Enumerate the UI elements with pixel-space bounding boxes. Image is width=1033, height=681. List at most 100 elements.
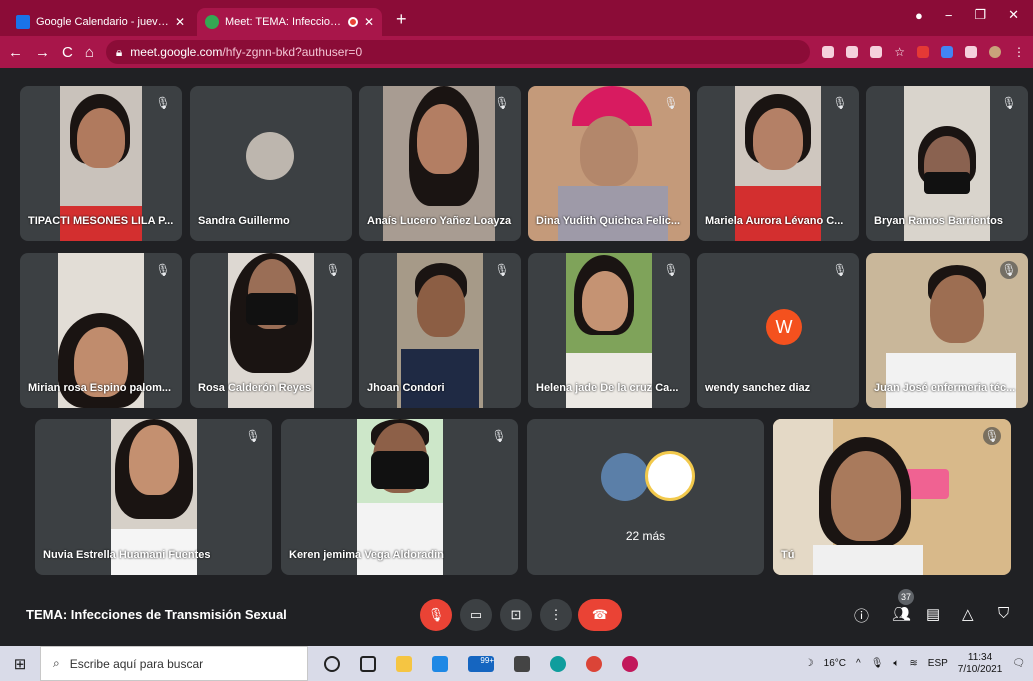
- participant-tile[interactable]: 🎙︎ Rosa Calderón Reyes: [190, 253, 352, 408]
- taskbar-search-input[interactable]: ⌕ Escribe aquí para buscar: [40, 646, 308, 681]
- edge-icon[interactable]: [550, 655, 566, 672]
- self-view-tile[interactable]: 🎙︎ Tú: [773, 419, 1011, 575]
- close-tab-icon[interactable]: ✕: [175, 15, 185, 29]
- cortana-icon[interactable]: [324, 655, 340, 672]
- reload-icon[interactable]: C: [62, 44, 73, 61]
- search-placeholder: Escribe aquí para buscar: [69, 656, 204, 671]
- notifications-icon[interactable]: 🗨︎: [1012, 658, 1025, 669]
- menu-kebab-icon[interactable]: ⋮: [1013, 45, 1025, 59]
- participant-tile[interactable]: W 🎙︎ wendy sanchez diaz: [697, 253, 859, 408]
- more-options-button[interactable]: ⋮: [540, 599, 572, 631]
- tab-title: Google Calendario - jueves, 7 oc: [36, 16, 169, 28]
- participant-name: Mariela Aurora Lévano C...: [705, 215, 844, 227]
- volume-icon[interactable]: 🔈︎: [893, 658, 899, 669]
- participant-name: Jhoan Condori: [367, 382, 445, 394]
- windows-start-icon[interactable]: ⊞: [0, 655, 40, 673]
- calendar-icon: [16, 15, 30, 29]
- toggle-mic-button[interactable]: 🎙︎: [420, 599, 452, 631]
- recording-icon: [347, 17, 358, 27]
- mic-muted-icon: 🎙︎: [155, 96, 171, 110]
- tab-google-meet[interactable]: Meet: TEMA: Infecciones de ✕: [197, 8, 382, 36]
- mic-muted-icon: 🎙︎: [494, 263, 510, 277]
- home-icon[interactable]: ⌂: [85, 44, 94, 61]
- minimize-icon[interactable]: −: [945, 8, 953, 23]
- system-tray: ☽ 16°C ^ 🎙︎ 🔈︎ ≋ ESP 11:34 7/10/2021 🗨︎: [805, 646, 1025, 681]
- participant-name: Keren jemima Vega Aldoradin: [289, 549, 444, 561]
- tab-title: Meet: TEMA: Infecciones de: [225, 16, 342, 28]
- adblock-icon[interactable]: [917, 46, 929, 58]
- host-controls-icon[interactable]: ⛉: [998, 605, 1009, 622]
- participant-name: Bryan Ramos Barrientos: [874, 215, 1003, 227]
- participant-tile[interactable]: 🎙︎ Anaís Lucero Yañez Loayza: [359, 86, 521, 241]
- participant-tile[interactable]: Sandra Guillermo: [190, 86, 352, 241]
- toggle-camera-button[interactable]: ▭: [460, 599, 492, 631]
- participant-tile[interactable]: 🎙︎ Mirian rosa Espino palom...: [20, 253, 182, 408]
- participant-name: Nuvia Estrella Huamani Fuentes: [43, 549, 211, 561]
- address-bar[interactable]: 🔒︎ meet.google.com/hfy-zgnn-bkd?authuser…: [105, 40, 811, 64]
- puzzle-icon[interactable]: [965, 46, 977, 58]
- activities-icon[interactable]: △: [962, 605, 974, 623]
- participant-avatar: [246, 132, 294, 180]
- calendar-app-icon[interactable]: [432, 655, 448, 672]
- tab-google-calendar[interactable]: Google Calendario - jueves, 7 oc ✕: [8, 8, 193, 36]
- participant-tile[interactable]: 🎙︎ Bryan Ramos Barrientos: [866, 86, 1028, 241]
- mic-muted-icon: 🎙︎: [663, 96, 679, 110]
- participant-tile[interactable]: 🎙︎ Helena jade De la cruz Ca...: [528, 253, 690, 408]
- people-icon[interactable]: 👥︎: [892, 605, 911, 623]
- more-participants-tile[interactable]: 22 más: [527, 419, 764, 575]
- participant-name: TIPACTI MESONES LILA P...: [28, 215, 174, 227]
- qr-icon[interactable]: [870, 46, 883, 58]
- temperature: 16°C: [823, 658, 846, 669]
- bookmark-star-icon[interactable]: ☆: [894, 45, 905, 59]
- participant-name: wendy sanchez diaz: [705, 382, 811, 394]
- meeting-info-icon[interactable]: ⓘ: [854, 605, 869, 626]
- file-explorer-icon[interactable]: [396, 655, 412, 672]
- present-screen-button[interactable]: ⊡: [500, 599, 532, 631]
- extension-icon[interactable]: [941, 46, 953, 58]
- participant-tile[interactable]: 🎙︎ Jhoan Condori: [359, 253, 521, 408]
- participant-name: Dina Yudith Quichca Felic...: [536, 215, 681, 227]
- participant-tile[interactable]: 🎙︎ Nuvia Estrella Huamani Fuentes: [35, 419, 272, 575]
- chrome-alt-icon[interactable]: [622, 655, 638, 672]
- participant-tile[interactable]: 🎙︎ TIPACTI MESONES LILA P...: [20, 86, 182, 241]
- profile-avatar[interactable]: [989, 46, 1001, 58]
- close-tab-icon[interactable]: ✕: [364, 15, 374, 29]
- task-view-icon[interactable]: [360, 655, 376, 672]
- store-icon[interactable]: [514, 655, 530, 672]
- leave-call-button[interactable]: ☎: [578, 599, 622, 631]
- participant-tile[interactable]: 🎙︎ Mariela Aurora Lévano C...: [697, 86, 859, 241]
- participant-avatar: [645, 451, 695, 501]
- new-tab-button[interactable]: +: [386, 9, 417, 36]
- date: 7/10/2021: [957, 663, 1003, 675]
- profile-dropdown-icon[interactable]: ●: [915, 8, 923, 23]
- participant-tile[interactable]: 🎙︎ Dina Yudith Quichca Felic...: [528, 86, 690, 241]
- maximize-icon[interactable]: ❐: [974, 7, 986, 23]
- time: 11:34: [967, 651, 993, 663]
- language-indicator[interactable]: ESP: [928, 658, 948, 669]
- cast-icon[interactable]: [846, 46, 859, 58]
- chat-icon[interactable]: ▤: [926, 605, 940, 623]
- back-icon[interactable]: ←: [8, 44, 23, 61]
- chevron-up-icon[interactable]: ^: [856, 658, 861, 669]
- camera-icon[interactable]: [822, 46, 835, 58]
- participant-tile[interactable]: 🎙︎ Keren jemima Vega Aldoradin: [281, 419, 518, 575]
- mic-muted-icon: 🎙︎: [1000, 261, 1018, 279]
- mic-muted-icon: 🎙︎: [155, 263, 171, 277]
- meet-icon: [205, 15, 219, 29]
- participant-tile[interactable]: 🎙︎ Juan José enfermeria téc...: [866, 253, 1028, 408]
- participant-count-badge: 37: [898, 589, 914, 605]
- browser-tab-bar: Google Calendario - jueves, 7 oc ✕ Meet:…: [0, 0, 1033, 36]
- forward-icon[interactable]: →: [35, 44, 50, 61]
- windows-taskbar: ⊞ ⌕ Escribe aquí para buscar 99+ ☽ 16°C …: [0, 646, 1033, 681]
- mail-icon[interactable]: 99+: [468, 655, 494, 672]
- close-window-icon[interactable]: ✕: [1008, 7, 1019, 23]
- mic-muted-icon: 🎙︎: [1001, 96, 1017, 110]
- address-toolbar: ← → C ⌂ 🔒︎ meet.google.com/hfy-zgnn-bkd?…: [0, 36, 1033, 68]
- clock[interactable]: 11:34 7/10/2021: [958, 652, 1003, 676]
- meeting-title: TEMA: Infecciones de Transmisión Sexual: [26, 607, 287, 622]
- window-controls: ● − ❐ ✕: [915, 0, 1033, 30]
- wifi-icon[interactable]: ≋: [909, 658, 917, 669]
- chrome-icon[interactable]: [586, 655, 602, 672]
- extensions-area: ☆ ⋮: [822, 45, 1025, 59]
- mic-muted-icon: 🎙︎: [663, 263, 679, 277]
